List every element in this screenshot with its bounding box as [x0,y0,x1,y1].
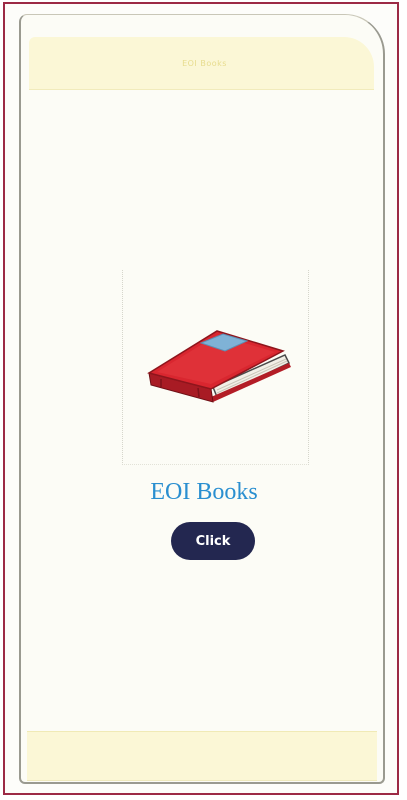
click-button[interactable]: Click [171,522,255,560]
book-image-container [122,270,309,465]
book-icon [147,330,291,403]
bottom-bar [27,731,377,781]
phone-screen: EOI Books EOI Books Click [19,14,385,784]
app-bar-title: EOI Books [182,58,227,68]
screenshot-frame: EOI Books EOI Books Click [3,2,399,795]
app-bar: EOI Books [29,37,374,90]
page-title: EOI Books [150,479,258,505]
